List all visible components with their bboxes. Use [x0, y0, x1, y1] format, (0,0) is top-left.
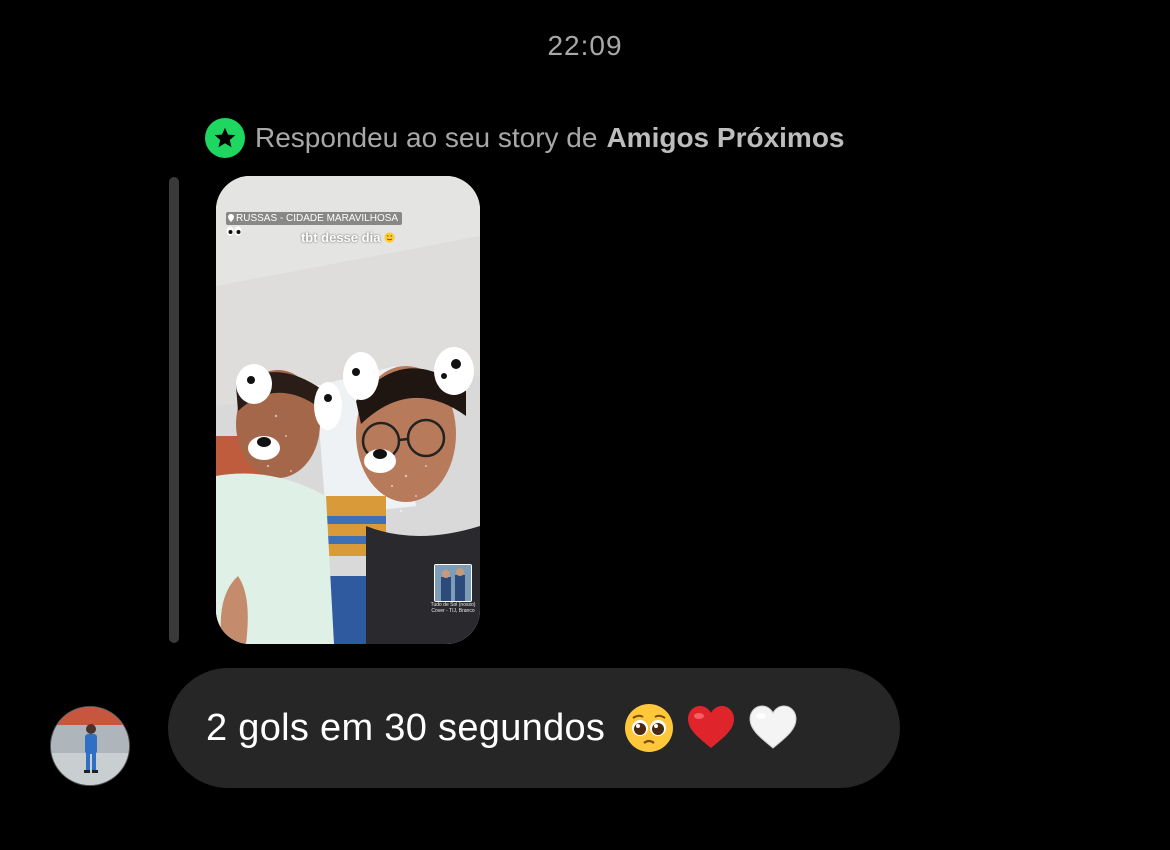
- white-heart-emoji-icon: [747, 702, 799, 754]
- pleading-face-emoji-icon: [623, 702, 675, 754]
- music-sticker-cover: [434, 564, 472, 602]
- music-sticker-label: Tudo de Sol (nosso) Cover - TIJ, Branco: [430, 602, 476, 614]
- sender-avatar[interactable]: [50, 706, 130, 786]
- story-audience-label: Amigos Próximos: [606, 122, 845, 153]
- dm-thread: 22:09 Respondeu ao seu story de Amigos P…: [0, 0, 1170, 850]
- story-caption: tbt desse dia: [216, 230, 480, 245]
- story-thumbnail[interactable]: RUSSAS - CIDADE MARAVILHOSA tbt desse di…: [216, 176, 480, 644]
- reply-indicator-bar: [169, 177, 179, 643]
- message-timestamp: 22:09: [547, 30, 623, 61]
- reply-prefix-text: Respondeu ao seu story de: [255, 122, 598, 153]
- red-heart-emoji-icon: [685, 702, 737, 754]
- message-text: 2 gols em 30 segundos: [206, 706, 606, 749]
- story-reply-context: Respondeu ao seu story de Amigos Próximo…: [205, 117, 845, 159]
- message-emojis: [623, 702, 799, 754]
- smiling-face-emoji-icon: [384, 232, 395, 243]
- close-friends-star-icon: [205, 118, 245, 158]
- location-sticker: RUSSAS - CIDADE MARAVILHOSA: [226, 212, 403, 225]
- message-bubble[interactable]: 2 gols em 30 segundos: [168, 668, 900, 788]
- location-pin-icon: [228, 214, 234, 222]
